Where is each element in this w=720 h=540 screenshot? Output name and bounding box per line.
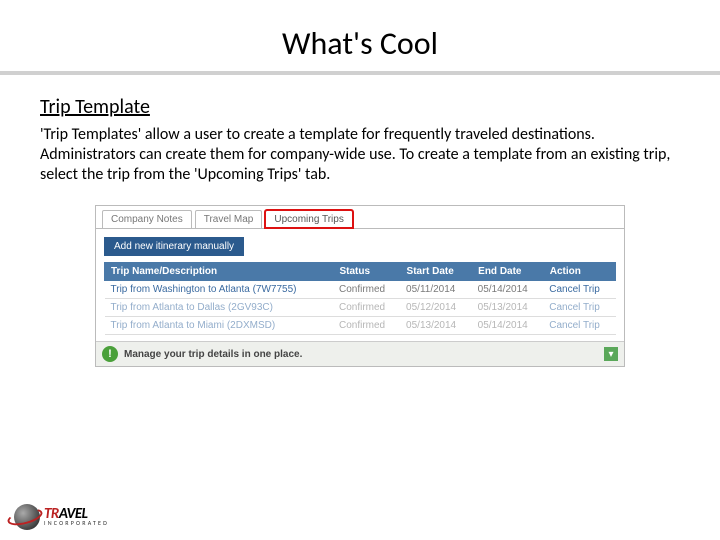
- trip-end: 05/14/2014: [472, 317, 544, 335]
- trips-table: Trip Name/Description Status Start Date …: [104, 262, 616, 335]
- orbit-ring-icon: [6, 506, 44, 529]
- trip-status: Confirmed: [333, 281, 400, 299]
- add-itinerary-button[interactable]: Add new itinerary manually: [104, 237, 244, 256]
- trip-start: 05/11/2014: [400, 281, 472, 299]
- cancel-trip-link[interactable]: Cancel Trip: [543, 317, 615, 335]
- col-name: Trip Name/Description: [105, 263, 333, 281]
- trip-status: Confirmed: [333, 299, 400, 317]
- tab-upcoming-trips[interactable]: Upcoming Trips: [265, 210, 352, 228]
- body-text: 'Trip Templates' allow a user to create …: [40, 125, 680, 185]
- table-header-row: Trip Name/Description Status Start Date …: [105, 263, 616, 281]
- logo-sub: INCORPORATED: [44, 521, 109, 526]
- panel: Add new itinerary manually Trip Name/Des…: [96, 229, 624, 341]
- cancel-trip-link[interactable]: Cancel Trip: [543, 299, 615, 317]
- section-heading: Trip Template: [40, 95, 680, 119]
- tab-bar: Company Notes Travel Map Upcoming Trips: [96, 206, 624, 229]
- tab-company-notes[interactable]: Company Notes: [102, 210, 192, 228]
- embedded-screenshot: Company Notes Travel Map Upcoming Trips …: [95, 205, 625, 367]
- tab-travel-map[interactable]: Travel Map: [195, 210, 263, 228]
- brand-logo: TRAVEL INCORPORATED: [14, 504, 109, 530]
- col-status: Status: [333, 263, 400, 281]
- table-row[interactable]: Trip from Atlanta to Dallas (2GV93C) Con…: [105, 299, 616, 317]
- logo-text: TRAVEL INCORPORATED: [44, 508, 109, 527]
- table-row[interactable]: Trip from Washington to Atlanta (7W7755)…: [105, 281, 616, 299]
- trip-end: 05/14/2014: [472, 281, 544, 299]
- table-row[interactable]: Trip from Atlanta to Miami (2DXMSD) Conf…: [105, 317, 616, 335]
- info-icon: !: [102, 346, 118, 362]
- trip-start: 05/12/2014: [400, 299, 472, 317]
- col-action: Action: [543, 263, 615, 281]
- trip-name-link[interactable]: Trip from Washington to Atlanta (7W7755): [105, 281, 333, 299]
- trip-name-link[interactable]: Trip from Atlanta to Miami (2DXMSD): [105, 317, 333, 335]
- trip-start: 05/13/2014: [400, 317, 472, 335]
- expand-arrow-icon[interactable]: ▾: [604, 347, 618, 361]
- col-start: Start Date: [400, 263, 472, 281]
- globe-icon: [14, 504, 40, 530]
- slide-title: What's Cool: [0, 0, 720, 71]
- content-area: Trip Template 'Trip Templates' allow a u…: [0, 75, 720, 367]
- footer-text: Manage your trip details in one place.: [124, 349, 598, 360]
- footer-bar: ! Manage your trip details in one place.…: [96, 341, 624, 366]
- trip-end: 05/13/2014: [472, 299, 544, 317]
- cancel-trip-link[interactable]: Cancel Trip: [543, 281, 615, 299]
- trip-name-link[interactable]: Trip from Atlanta to Dallas (2GV93C): [105, 299, 333, 317]
- trip-status: Confirmed: [333, 317, 400, 335]
- col-end: End Date: [472, 263, 544, 281]
